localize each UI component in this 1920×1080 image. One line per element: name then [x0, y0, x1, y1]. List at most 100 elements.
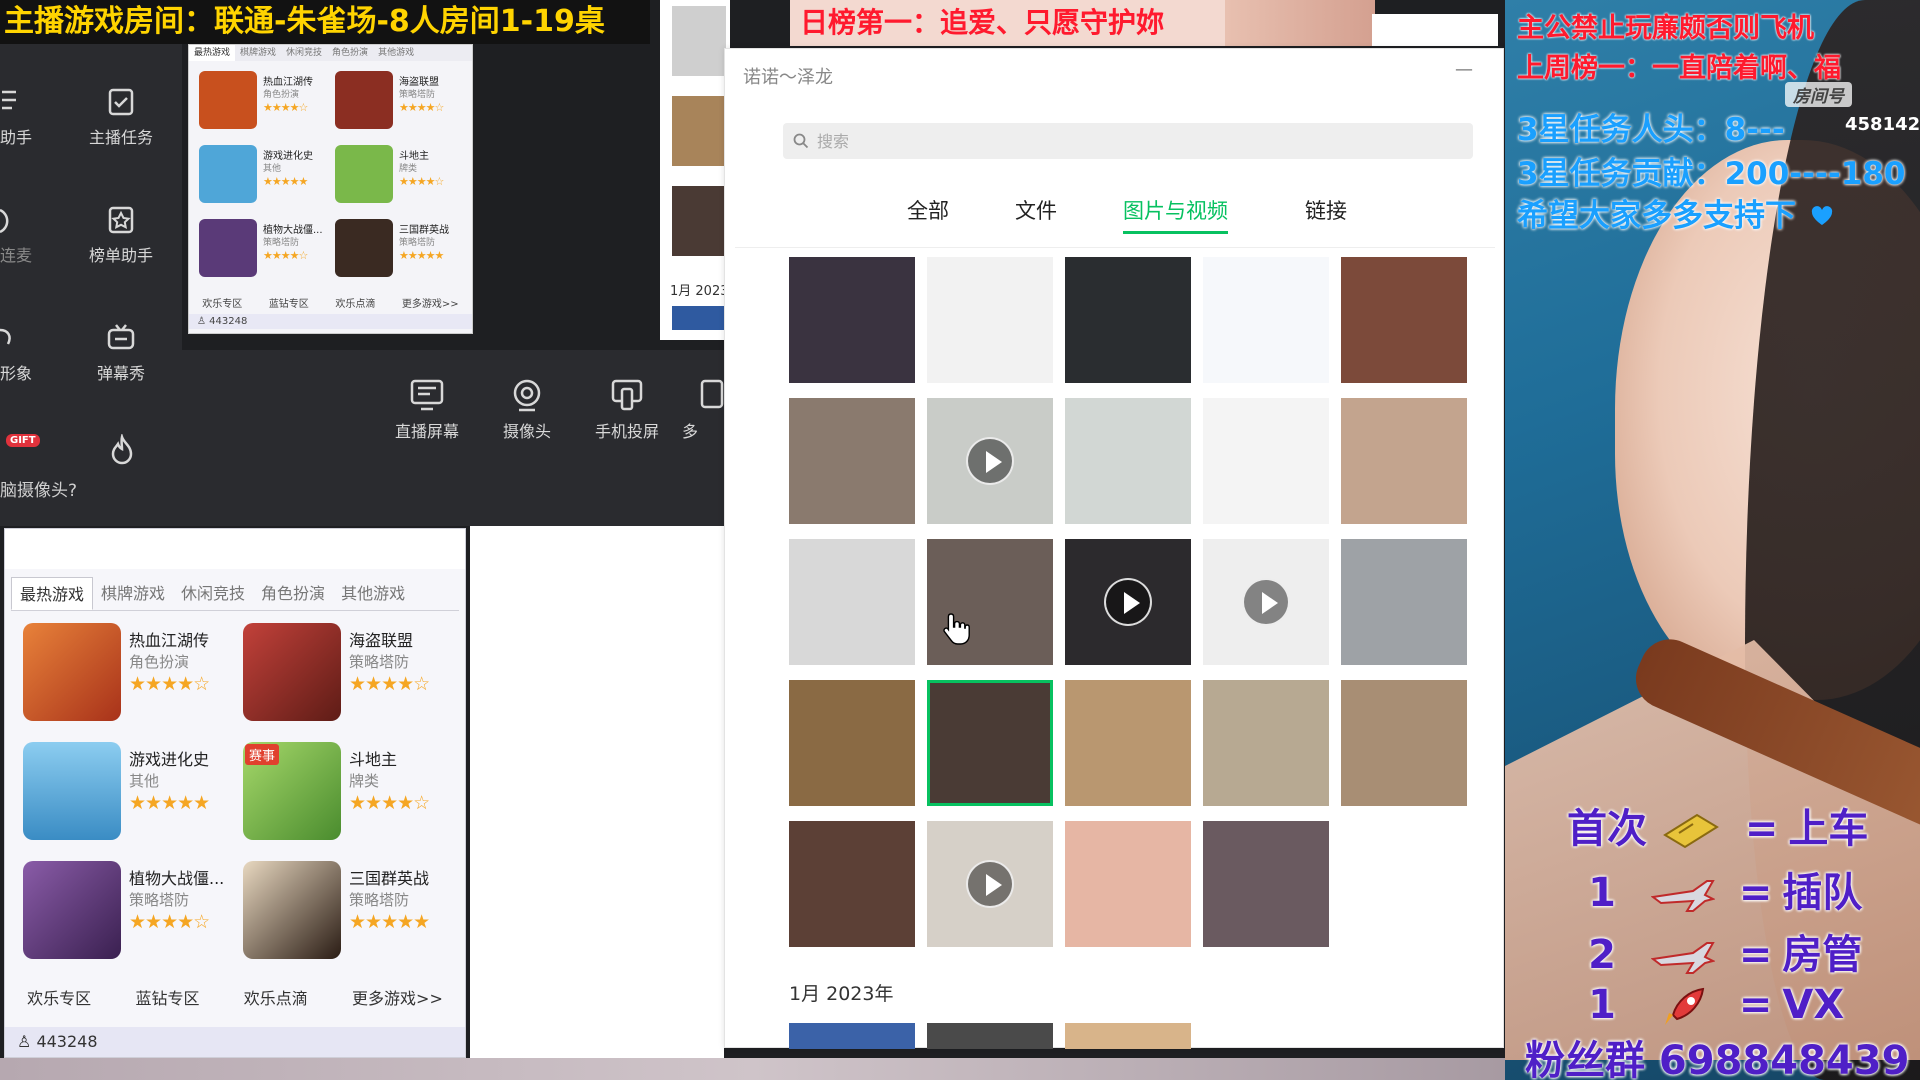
flame-icon[interactable] — [106, 434, 138, 466]
image-thumbnail[interactable] — [789, 398, 915, 524]
reward-plane-1: 1 = 插队 — [1567, 860, 1862, 918]
link-happy-moments[interactable]: 欢乐点滴 — [244, 985, 308, 1009]
link-happy-zone[interactable]: 欢乐专区 — [27, 985, 91, 1009]
image-thumbnail[interactable] — [789, 539, 915, 665]
sidebar-item-avatar[interactable]: 形象 — [0, 322, 40, 384]
tab-images-videos[interactable]: 图片与视频 — [1123, 195, 1228, 234]
image-thumbnail[interactable] — [1065, 398, 1191, 524]
mini-game-card[interactable]: 植物大战僵... 策略塔防 ★★★★☆ — [189, 215, 324, 285]
mini-game-card[interactable]: 游戏进化史 其他 ★★★★★ — [189, 141, 324, 211]
toolbar-label: 直播屏幕 — [394, 422, 459, 441]
video-thumbnail[interactable] — [1065, 539, 1191, 665]
tab-board-games[interactable]: 棋牌游戏 — [93, 577, 173, 610]
tab-rpg-games[interactable]: 角色扮演 — [253, 577, 333, 610]
image-thumbnail[interactable] — [1203, 821, 1329, 947]
camera-question-text: 脑摄像头? — [0, 481, 78, 501]
mini-tab[interactable]: 其他游戏 — [373, 45, 419, 61]
image-thumbnail[interactable] — [789, 680, 915, 806]
tab-hot-games[interactable]: 最热游戏 — [11, 577, 94, 610]
image-thumbnail[interactable] — [1065, 1023, 1191, 1049]
image-thumbnail[interactable] — [1065, 821, 1191, 947]
game-rating: ★★★★☆ — [399, 175, 444, 188]
mini-game-card[interactable]: 斗地主 牌类 ★★★★☆ — [325, 141, 460, 211]
toolbar-camera-button[interactable]: 摄像头 — [482, 378, 572, 442]
link-more-games[interactable]: 更多游戏>> — [352, 985, 443, 1009]
image-thumbnail[interactable] — [1065, 257, 1191, 383]
toolbar-screen-button[interactable]: 直播屏幕 — [382, 378, 472, 442]
mini-game-card[interactable]: 三国群英战 策略塔防 ★★★★★ — [325, 215, 460, 285]
image-thumbnail[interactable] — [1341, 398, 1467, 524]
user-id-value: 443248 — [36, 1032, 98, 1051]
coin-icon — [1663, 813, 1719, 849]
link-more-games[interactable]: 更多游戏>> — [402, 295, 459, 310]
image-thumbnail[interactable] — [789, 1023, 915, 1049]
sidebar-item-anchor-task[interactable]: 主播任务 — [76, 86, 166, 148]
toolbar-phone-cast-button[interactable]: 手机投屏 — [582, 378, 672, 442]
tab-casual-games[interactable]: 休闲竞技 — [173, 577, 253, 610]
game-card[interactable]: 游戏进化史 其他 ★★★★★ — [5, 736, 225, 846]
rank-icon — [108, 206, 134, 234]
game-card[interactable]: 三国群英战 策略塔防 ★★★★★ — [225, 855, 445, 965]
tab-links[interactable]: 链接 — [1305, 195, 1347, 225]
sidebar-item-rank-assistant[interactable]: 榜单助手 — [76, 204, 166, 266]
mini-tab[interactable]: 角色扮演 — [327, 45, 373, 61]
sidebar-item-danmaku-show[interactable]: 弹幕秀 — [76, 322, 166, 384]
image-thumbnail[interactable] — [927, 257, 1053, 383]
image-thumbnail[interactable] — [927, 680, 1053, 806]
game-thumbnail — [23, 742, 121, 840]
blank-area — [470, 526, 724, 1066]
sidebar-item-mic-link[interactable]: 连麦 — [0, 204, 40, 266]
image-thumbnail[interactable] — [927, 539, 1053, 665]
game-card[interactable]: 植物大战僵... 策略塔防 ★★★★☆ — [5, 855, 225, 965]
image-thumbnail[interactable] — [1341, 257, 1467, 383]
mini-tab[interactable]: 最热游戏 — [189, 45, 236, 61]
link-happy-zone[interactable]: 欢乐专区 — [202, 295, 242, 310]
image-thumbnail[interactable] — [1203, 257, 1329, 383]
image-thumbnail[interactable] — [1341, 680, 1467, 806]
link-blue-diamond[interactable]: 蓝钻专区 — [269, 295, 309, 310]
assistant-icon — [2, 90, 16, 110]
game-category: 牌类 — [349, 772, 380, 790]
tab-all[interactable]: 全部 — [907, 195, 949, 225]
toolbar-label: 多 — [682, 422, 699, 441]
game-rating: ★★★★☆ — [129, 911, 210, 933]
image-thumbnail[interactable] — [1203, 398, 1329, 524]
screen: 主播游戏房间：联通-朱雀场-8人房间1-19桌 助手 主播任务 连麦 榜单助手 … — [0, 0, 1920, 1080]
video-thumbnail[interactable] — [927, 821, 1053, 947]
mini-tab[interactable]: 休闲竞技 — [281, 45, 327, 61]
dialog-title: 诺诺～泽龙 — [743, 67, 833, 88]
mini-game-card[interactable]: 海盗联盟 策略塔防 ★★★★☆ — [325, 67, 460, 137]
image-thumbnail[interactable] — [1203, 680, 1329, 806]
camera-icon — [513, 379, 541, 412]
game-thumbnail — [335, 71, 393, 129]
image-thumbnail[interactable] — [1065, 680, 1191, 806]
mini-tab[interactable]: 棋牌游戏 — [235, 45, 281, 61]
game-thumbnail — [199, 71, 257, 129]
user-id-value: 443248 — [209, 316, 248, 327]
mini-game-links: 欢乐专区 蓝钻专区 欢乐点滴 更多游戏>> — [189, 291, 472, 314]
mini-game-card[interactable]: 热血江湖传 角色扮演 ★★★★☆ — [189, 67, 324, 137]
link-blue-diamond[interactable]: 蓝钻专区 — [135, 985, 199, 1009]
image-thumbnail[interactable] — [789, 257, 915, 383]
tab-other-games[interactable]: 其他游戏 — [333, 577, 413, 610]
task-icon — [108, 88, 134, 116]
image-thumbnail[interactable] — [789, 821, 915, 947]
reward-rocket: 1 = VX — [1567, 982, 1844, 1029]
game-name: 斗地主 — [349, 750, 398, 769]
tab-files[interactable]: 文件 — [1015, 195, 1057, 225]
video-thumbnail[interactable] — [927, 398, 1053, 524]
image-thumbnail[interactable] — [1341, 539, 1467, 665]
game-card[interactable]: 热血江湖传 角色扮演 ★★★★☆ — [5, 617, 225, 727]
search-input[interactable] — [783, 123, 1473, 159]
game-card[interactable]: 海盗联盟 策略塔防 ★★★★☆ — [225, 617, 445, 727]
plane-icon — [1650, 942, 1716, 974]
toolbar-more-button[interactable]: 多 — [682, 378, 727, 442]
minimize-button[interactable]: — — [1455, 59, 1473, 80]
sidebar-item-assistant[interactable]: 助手 — [0, 86, 40, 148]
hand-cursor-icon — [943, 613, 970, 645]
image-thumbnail[interactable] — [927, 1023, 1053, 1049]
link-happy-moments[interactable]: 欢乐点滴 — [335, 295, 375, 310]
equals-sign: = — [1738, 932, 1773, 978]
video-thumbnail[interactable] — [1203, 539, 1329, 665]
game-card[interactable]: 赛事 斗地主 牌类 ★★★★☆ — [225, 736, 445, 846]
